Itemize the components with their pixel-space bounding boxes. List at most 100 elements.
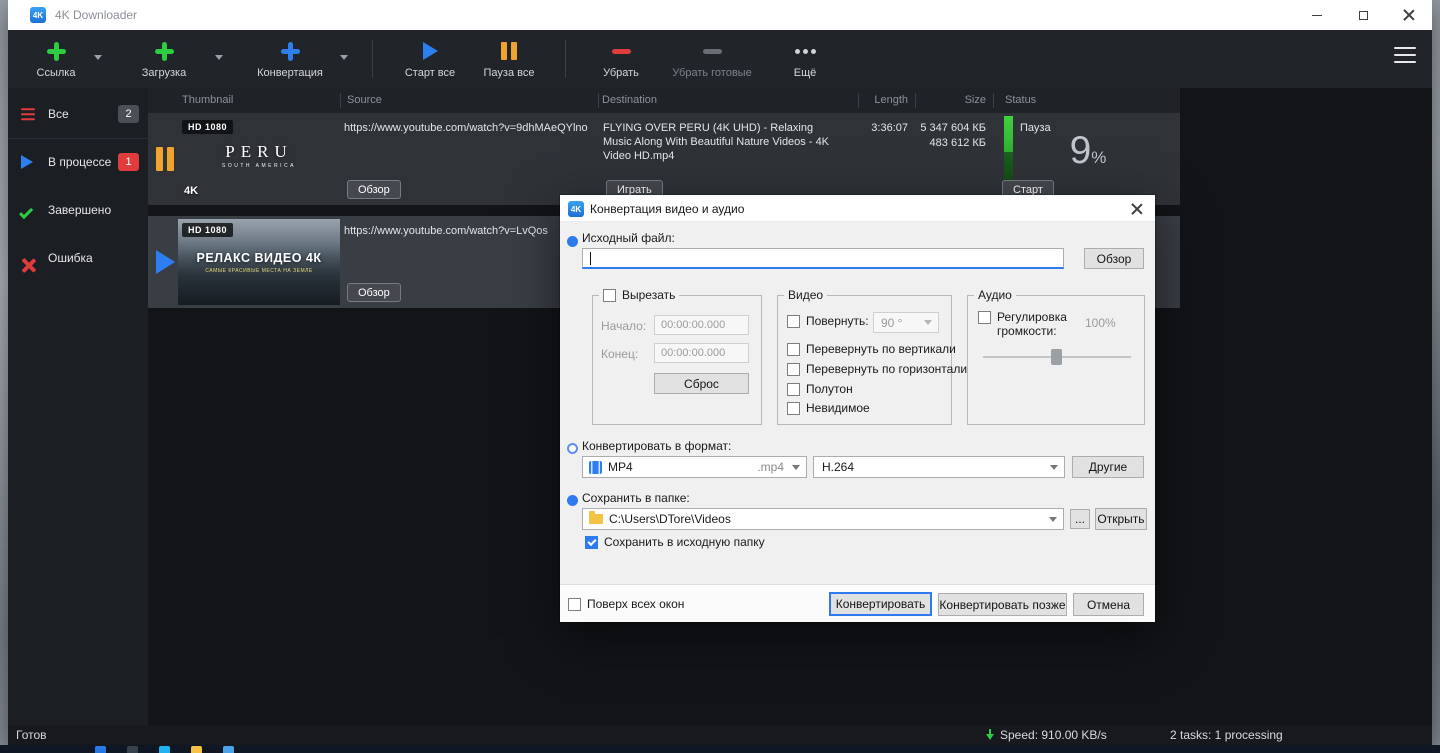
rotate-angle-select[interactable]: 90 ° <box>873 312 939 333</box>
format-container-select[interactable]: MP4 .mp4 <box>582 456 807 478</box>
sidebar-item-in-progress[interactable]: В процессе 1 <box>8 142 148 182</box>
taskbar-app-icon[interactable] <box>223 746 234 753</box>
toolbar-start-all-button[interactable]: Старт все <box>398 37 462 83</box>
keep-source-folder-checkbox[interactable] <box>585 535 598 549</box>
chevron-down-icon <box>924 320 932 325</box>
convert-later-button[interactable]: Конвертировать позже <box>938 593 1067 616</box>
format-others-button[interactable]: Другие <box>1072 456 1144 478</box>
video-thumbnail: HD 1080 PERU SOUTH AMERICA 4K <box>178 116 340 202</box>
browse-file-button[interactable]: Обзор <box>1084 248 1144 269</box>
downloading-state-icon <box>156 250 175 274</box>
text-caret <box>590 252 591 265</box>
app-icon: 4K <box>30 7 46 23</box>
sidebar: Все 2 В процессе 1 Завершено Ошибка <box>8 88 148 725</box>
format-codec-select[interactable]: H.264 <box>813 456 1065 478</box>
thumbnail-subtitle: SOUTH AMERICA <box>222 163 296 169</box>
sidebar-item-label: Все <box>48 107 69 121</box>
audio-legend: Аудио <box>974 288 1016 302</box>
convert-dialog: 4K Конвертация видео и аудио Исходный фа… <box>560 195 1155 622</box>
toolbar: Ссылка Загрузка Конвертация Старт все Па… <box>8 30 1432 88</box>
toolbar-paste-link-button[interactable]: Ссылка <box>24 37 88 83</box>
chevron-down-icon <box>1049 516 1057 522</box>
cancel-button[interactable]: Отмена <box>1073 593 1144 616</box>
column-header-destination[interactable]: Destination <box>602 94 657 106</box>
toolbar-more-button[interactable]: Ещё <box>780 37 830 83</box>
cut-start-label: Начало: <box>601 319 647 333</box>
progress-percent: 9% <box>1026 129 1150 173</box>
maximize-button[interactable] <box>1340 0 1386 30</box>
minimize-icon <box>1312 14 1322 16</box>
destination-filename: FLYING OVER PERU (4K UHD) - Relaxing Mus… <box>603 122 830 162</box>
toolbar-remove-button[interactable]: Убрать <box>592 37 650 83</box>
convert-button[interactable]: Конвертировать <box>829 592 932 616</box>
always-on-top-option: Поверх всех окон <box>568 597 684 611</box>
speed-down-arrow-icon <box>986 734 994 740</box>
column-header-size[interactable]: Size <box>924 94 986 106</box>
plus-icon <box>46 41 66 61</box>
toolbar-convert-dropdown-icon[interactable] <box>340 55 348 60</box>
menu-hamburger-button[interactable] <box>1394 42 1416 68</box>
cut-end-input[interactable]: 00:00:00.000 <box>654 343 749 363</box>
minus-icon <box>611 48 631 54</box>
minimize-button[interactable] <box>1294 0 1340 30</box>
invisible-checkbox[interactable] <box>787 401 800 415</box>
source-file-input[interactable] <box>582 248 1064 269</box>
close-button[interactable] <box>1386 0 1432 30</box>
format-label: Конвертировать в формат: <box>582 439 732 453</box>
cut-checkbox[interactable] <box>603 288 616 302</box>
sidebar-item-error[interactable]: Ошибка <box>8 238 148 278</box>
size-total: 5 347 604 КБ <box>920 122 986 134</box>
chevron-down-icon <box>1050 464 1058 470</box>
toolbar-separator <box>372 40 373 78</box>
desktop: 4K 4K Downloader Ссылка Загрузка Конверт… <box>0 0 1440 753</box>
column-header-length[interactable]: Length <box>848 94 908 106</box>
browse-source-button[interactable]: Обзор <box>347 180 401 199</box>
app-icon: 4K <box>568 201 584 217</box>
flip-vertical-checkbox[interactable] <box>787 342 800 356</box>
column-header-thumbnail[interactable]: Thumbnail <box>182 94 233 106</box>
taskbar-folder-icon[interactable] <box>191 746 202 753</box>
column-header-source[interactable]: Source <box>347 94 382 106</box>
column-header-status[interactable]: Status <box>1005 94 1036 106</box>
volume-label: Регулировка громкости: <box>997 310 1067 338</box>
toolbar-remove-finished-button[interactable]: Убрать готовые <box>666 37 758 83</box>
sidebar-item-completed[interactable]: Завершено <box>8 190 148 230</box>
toolbar-download-dropdown-icon[interactable] <box>215 55 223 60</box>
cut-legend: Вырезать <box>599 288 680 302</box>
toolbar-convert-button[interactable]: Конвертация <box>244 37 336 83</box>
folder-more-button[interactable]: ... <box>1070 509 1090 529</box>
cut-reset-button[interactable]: Сброс <box>654 373 749 394</box>
sidebar-item-label: В процессе <box>48 155 112 169</box>
cut-group: Вырезать Начало: 00:00:00.000 Конец: 00:… <box>592 288 762 425</box>
taskbar-app-icon[interactable] <box>159 746 170 753</box>
audio-group: Аудио Регулировка громкости: 100% <box>967 288 1145 425</box>
play-icon <box>422 42 438 60</box>
taskbar-app-icon[interactable] <box>127 746 138 753</box>
sidebar-item-all[interactable]: Все 2 <box>8 94 148 134</box>
toolbar-link-dropdown-icon[interactable] <box>94 55 102 60</box>
progress-number: 9 <box>1069 129 1092 172</box>
checkmark-icon <box>19 205 34 220</box>
toolbar-pause-all-button[interactable]: Пауза все <box>476 37 542 83</box>
save-folder-select[interactable]: C:\Users\DTore\Videos <box>582 508 1064 530</box>
count-badge: 2 <box>118 105 139 123</box>
volume-slider-handle[interactable] <box>1051 349 1062 365</box>
dialog-close-button[interactable] <box>1119 195 1155 222</box>
taskbar-start-icon[interactable] <box>95 746 106 753</box>
toolbar-start-all-label: Старт все <box>404 67 456 79</box>
save-folder-path: C:\Users\DTore\Videos <box>609 512 731 526</box>
toolbar-download-button[interactable]: Загрузка <box>126 37 202 83</box>
volume-checkbox[interactable] <box>978 311 991 324</box>
os-taskbar <box>0 745 1440 753</box>
halftone-checkbox[interactable] <box>787 382 800 396</box>
always-on-top-checkbox[interactable] <box>568 597 581 611</box>
flip-horizontal-checkbox[interactable] <box>787 362 800 376</box>
folder-open-button[interactable]: Открыть <box>1095 508 1147 530</box>
plus-icon <box>154 41 174 61</box>
format-extension: .mp4 <box>757 460 784 474</box>
browse-source-button[interactable]: Обзор <box>347 283 401 302</box>
pause-icon <box>501 42 517 60</box>
download-row-peru[interactable]: HD 1080 PERU SOUTH AMERICA 4K https://ww… <box>148 113 1180 205</box>
rotate-checkbox[interactable] <box>787 314 800 328</box>
cut-start-input[interactable]: 00:00:00.000 <box>654 315 749 335</box>
